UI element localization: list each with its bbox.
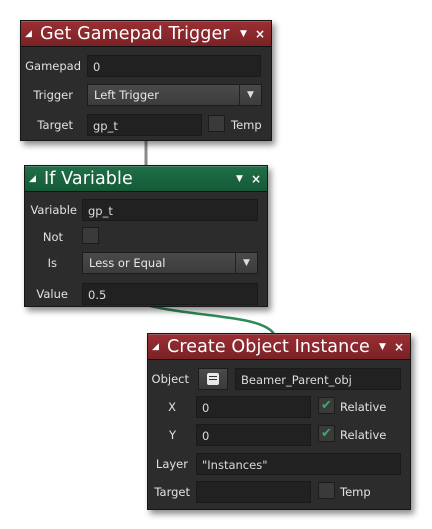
menu-arrow-icon[interactable]: ▼: [379, 342, 386, 352]
x-label: X: [168, 400, 176, 414]
target-label: Target: [37, 118, 73, 132]
y-relative-checkbox[interactable]: ✔: [318, 425, 335, 442]
y-input[interactable]: 0: [196, 424, 311, 446]
value-input[interactable]: 0.5: [82, 283, 258, 305]
temp-checkbox[interactable]: [318, 482, 335, 499]
create-object-instance-node[interactable]: ◢ Create Object Instance ▼ × Object Beam…: [147, 333, 411, 510]
temp-label: Temp: [340, 485, 371, 499]
not-checkbox[interactable]: [82, 227, 99, 244]
is-label: Is: [47, 256, 57, 270]
chevron-down-icon[interactable]: ▼: [239, 85, 261, 105]
object-input[interactable]: Beamer_Parent_obj: [235, 368, 401, 390]
collapse-triangle-icon[interactable]: ◢: [29, 174, 41, 184]
close-icon[interactable]: ×: [394, 340, 404, 354]
checkmark-icon: ✔: [321, 426, 332, 441]
checkmark-icon: ✔: [321, 398, 332, 413]
temp-label: Temp: [231, 118, 262, 132]
get-gamepad-trigger-node[interactable]: ◢ Get Gamepad Trigger ▼ × Gamepad 0 Trig…: [20, 20, 272, 141]
object-picker-icon[interactable]: [198, 368, 228, 390]
close-icon[interactable]: ×: [251, 172, 261, 186]
gamepad-label: Gamepad: [25, 59, 81, 73]
target-input[interactable]: [196, 481, 311, 503]
target-label: Target: [154, 485, 190, 499]
is-value: Less or Equal: [89, 256, 166, 270]
variable-label: Variable: [30, 203, 77, 217]
layer-input[interactable]: "Instances": [196, 453, 401, 475]
close-icon[interactable]: ×: [255, 27, 265, 41]
target-input[interactable]: gp_t: [87, 114, 202, 136]
if-variable-node[interactable]: ◢ If Variable ▼ × Variable gp_t Not Is L…: [24, 165, 268, 307]
menu-arrow-icon[interactable]: ▼: [240, 29, 247, 39]
chevron-down-icon[interactable]: ▼: [235, 253, 257, 273]
x-relative-checkbox[interactable]: ✔: [318, 397, 335, 414]
y-label: Y: [168, 428, 176, 442]
node-title: Get Gamepad Trigger: [40, 24, 230, 44]
y-relative-label: Relative: [340, 428, 387, 442]
node-title: If Variable: [44, 169, 133, 189]
node-header[interactable]: ◢ Get Gamepad Trigger ▼ ×: [21, 21, 271, 47]
trigger-label: Trigger: [33, 88, 73, 102]
layer-label: Layer: [155, 457, 188, 471]
object-label: Object: [151, 372, 189, 386]
variable-input[interactable]: gp_t: [82, 199, 258, 221]
link-if-to-create: [145, 303, 276, 335]
trigger-dropdown[interactable]: Left Trigger ▼: [87, 84, 262, 106]
x-input[interactable]: 0: [196, 396, 311, 418]
value-label: Value: [36, 287, 68, 301]
not-label: Not: [42, 230, 63, 244]
node-header[interactable]: ◢ If Variable ▼ ×: [25, 166, 267, 192]
trigger-value: Left Trigger: [94, 88, 159, 102]
is-dropdown[interactable]: Less or Equal ▼: [82, 252, 258, 274]
gamepad-input[interactable]: 0: [87, 55, 261, 77]
x-relative-label: Relative: [340, 400, 387, 414]
collapse-triangle-icon[interactable]: ◢: [25, 29, 37, 39]
menu-arrow-icon[interactable]: ▼: [236, 174, 243, 184]
node-title: Create Object Instance: [167, 337, 370, 357]
temp-checkbox[interactable]: [208, 115, 225, 132]
node-header[interactable]: ◢ Create Object Instance ▼ ×: [148, 334, 410, 360]
collapse-triangle-icon[interactable]: ◢: [152, 342, 164, 352]
